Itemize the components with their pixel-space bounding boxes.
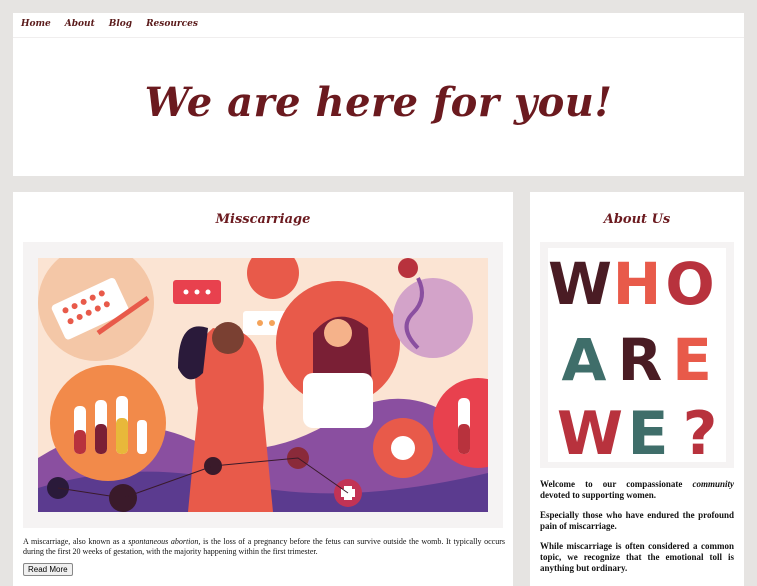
miscarriage-description: A miscarriage, also known as a spontaneo…: [23, 537, 505, 557]
who-are-we-poster: W H O A R E W E ?: [540, 242, 734, 468]
miscarriage-illustration: [23, 242, 503, 528]
about-paragraph-1: Welcome to our compassionate community d…: [540, 479, 734, 500]
about-paragraph-3: While miscarriage is often considered a …: [540, 541, 734, 573]
poster-letter-a: A: [562, 326, 607, 394]
poster-letter-e: E: [672, 326, 712, 394]
who-are-we-graphic: W H O A R E W E ?: [548, 248, 726, 468]
description-part-1: A miscarriage, also known as a: [23, 537, 129, 546]
nav-home-link[interactable]: Home: [21, 19, 51, 29]
site-header: Home About Blog Resources We are here fo…: [13, 13, 744, 176]
poster-letter-r: R: [618, 326, 663, 394]
medical-illustration-graphic: [38, 258, 488, 512]
about-us-card: About Us W H O A R E W E ? Welcome to ou…: [530, 192, 744, 586]
poster-letter-w2: W: [557, 399, 623, 468]
about-paragraph-2: Especially those who have endured the pr…: [540, 510, 734, 531]
hero-title: We are here for you!: [144, 79, 613, 126]
poster-letter-w: W: [548, 250, 612, 318]
read-more-button[interactable]: Read More: [23, 563, 73, 576]
nav-resources-link[interactable]: Resources: [146, 19, 198, 29]
top-nav: Home About Blog Resources: [21, 19, 198, 29]
nav-about-link[interactable]: About: [65, 19, 95, 29]
poster-letter-question: ?: [683, 399, 718, 468]
nav-blog-link[interactable]: Blog: [109, 19, 132, 29]
description-emphasis: spontaneous abortion,: [128, 537, 201, 546]
miscarriage-card-title: Misscarriage: [215, 212, 311, 227]
about-us-text: Welcome to our compassionate community d…: [540, 479, 734, 583]
poster-letter-e2: E: [628, 399, 669, 468]
nav-divider: [13, 37, 744, 38]
miscarriage-card: Misscarriage A miscarriage, also known a…: [13, 192, 513, 586]
about-us-title: About Us: [603, 212, 671, 227]
poster-letter-h: H: [613, 250, 662, 318]
poster-letter-o: O: [665, 250, 714, 318]
